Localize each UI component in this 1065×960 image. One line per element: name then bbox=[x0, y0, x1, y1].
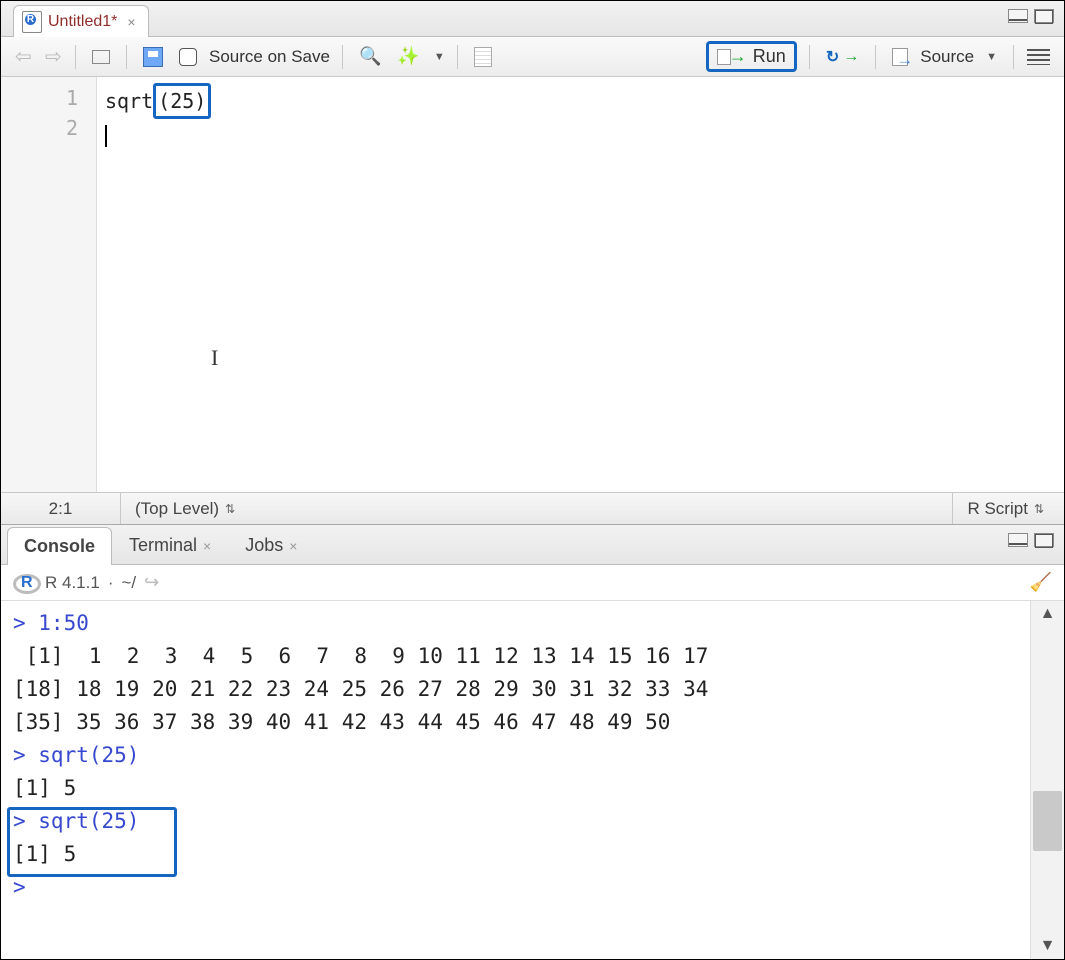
updown-icon: ⇅ bbox=[1034, 502, 1044, 516]
scroll-thumb[interactable] bbox=[1033, 791, 1062, 851]
source-dropdown-icon[interactable]: ▼ bbox=[986, 51, 997, 63]
code-tools-dropdown-icon[interactable]: ▼ bbox=[434, 51, 445, 63]
console-line: [1] 5 bbox=[13, 776, 76, 800]
source-label: Source bbox=[920, 47, 974, 67]
tab-terminal[interactable]: Terminal × bbox=[112, 526, 228, 564]
console-line: [18] 18 19 20 21 22 23 24 25 26 27 28 29… bbox=[13, 677, 708, 701]
tab-terminal-label: Terminal bbox=[129, 535, 197, 556]
popout-icon bbox=[92, 50, 110, 64]
save-icon bbox=[143, 47, 163, 67]
scope-label: (Top Level) bbox=[135, 499, 219, 519]
ibeam-cursor-icon: I bbox=[211, 343, 218, 373]
console-line: > sqrt(25) bbox=[13, 743, 139, 767]
rerun-button[interactable]: ↻→ bbox=[822, 45, 863, 69]
pane-window-controls bbox=[1008, 9, 1054, 23]
source-icon bbox=[892, 48, 908, 66]
source-toolbar: ⇦ ⇨ Source on Save ▼ → Run ↻→ bbox=[1, 37, 1064, 77]
outline-button[interactable] bbox=[1026, 47, 1054, 67]
view-directory-icon[interactable] bbox=[144, 572, 159, 593]
r-logo-icon bbox=[13, 574, 37, 592]
source-on-save-checkbox[interactable] bbox=[175, 46, 201, 68]
save-button[interactable] bbox=[139, 45, 167, 69]
source-tab-untitled[interactable]: Untitled1* × bbox=[13, 5, 149, 37]
scroll-up-icon[interactable]: ▲ bbox=[1031, 605, 1064, 623]
code-tools-icon[interactable] bbox=[393, 44, 423, 69]
minimize-pane-icon[interactable] bbox=[1008, 9, 1028, 23]
console-line: [35] 35 36 37 38 39 40 41 42 43 44 45 46… bbox=[13, 710, 670, 734]
console-prompt[interactable]: > bbox=[13, 875, 38, 899]
line-number: 2 bbox=[1, 113, 96, 143]
minimize-pane-icon[interactable] bbox=[1008, 533, 1028, 547]
checkbox-icon bbox=[179, 48, 197, 66]
clear-console-icon[interactable]: 🧹 bbox=[1030, 572, 1052, 593]
source-pane: Untitled1* × ⇦ ⇨ Source on Save ▼ bbox=[1, 1, 1064, 525]
argument-highlight: (25) bbox=[153, 83, 211, 119]
cursor-position[interactable]: 2:1 bbox=[1, 493, 121, 524]
language-label: R Script bbox=[967, 499, 1027, 519]
pane-window-controls bbox=[1008, 533, 1054, 547]
notebook-icon bbox=[474, 47, 492, 67]
separator-dot: · bbox=[108, 573, 114, 593]
console-pane: Console Terminal × Jobs × R 4.1.1 · ~/ 🧹… bbox=[1, 525, 1064, 959]
editor-area[interactable]: 1 2 sqrt(25) I bbox=[1, 77, 1064, 492]
console-scrollbar[interactable]: ▲ ▼ bbox=[1030, 601, 1064, 959]
console-line: [1] 5 bbox=[13, 842, 76, 866]
working-directory[interactable]: ~/ bbox=[121, 573, 136, 593]
code-line-1: sqrt(25) bbox=[105, 83, 1064, 119]
tab-jobs[interactable]: Jobs × bbox=[228, 526, 314, 564]
compile-report-button[interactable] bbox=[470, 45, 496, 69]
console-line: [1] 1 2 3 4 5 6 7 8 9 10 11 12 13 14 15 … bbox=[13, 644, 708, 668]
language-selector[interactable]: R Script ⇅ bbox=[952, 493, 1064, 524]
popout-button[interactable] bbox=[88, 48, 114, 66]
nav-forward-icon[interactable]: ⇨ bbox=[41, 46, 63, 68]
close-icon[interactable]: × bbox=[289, 538, 297, 554]
line-gutter: 1 2 bbox=[1, 77, 97, 492]
console-header: R 4.1.1 · ~/ 🧹 bbox=[1, 565, 1064, 601]
console-line: > 1:50 bbox=[13, 611, 89, 635]
find-replace-icon[interactable] bbox=[355, 44, 385, 69]
run-label: Run bbox=[753, 46, 786, 67]
r-version: R 4.1.1 bbox=[45, 573, 100, 593]
line-number: 1 bbox=[1, 83, 96, 113]
updown-icon: ⇅ bbox=[225, 502, 235, 516]
run-button[interactable]: → Run bbox=[706, 41, 797, 72]
scope-selector[interactable]: (Top Level) ⇅ bbox=[121, 499, 952, 519]
console-tabstrip: Console Terminal × Jobs × bbox=[1, 525, 1064, 565]
r-document-icon bbox=[22, 11, 42, 33]
maximize-pane-icon[interactable] bbox=[1034, 9, 1054, 23]
text-cursor-icon bbox=[105, 125, 107, 147]
source-tabstrip: Untitled1* × bbox=[1, 1, 1064, 37]
code-line-2 bbox=[105, 119, 1064, 149]
console-body: > 1:50 [1] 1 2 3 4 5 6 7 8 9 10 11 12 13… bbox=[1, 601, 1064, 959]
close-icon[interactable]: × bbox=[203, 538, 211, 554]
tab-console-label: Console bbox=[24, 536, 95, 557]
source-tab-title: Untitled1* bbox=[48, 13, 117, 31]
tab-jobs-label: Jobs bbox=[245, 535, 283, 556]
source-on-save-label: Source on Save bbox=[209, 47, 330, 67]
console-output[interactable]: > 1:50 [1] 1 2 3 4 5 6 7 8 9 10 11 12 13… bbox=[1, 601, 1030, 959]
run-icon: → bbox=[717, 46, 747, 67]
tab-console[interactable]: Console bbox=[7, 527, 112, 565]
nav-back-icon[interactable]: ⇦ bbox=[11, 46, 33, 68]
maximize-pane-icon[interactable] bbox=[1034, 533, 1054, 547]
console-line: > sqrt(25) bbox=[13, 809, 139, 833]
outline-icon bbox=[1030, 49, 1050, 65]
close-tab-icon[interactable]: × bbox=[127, 14, 135, 30]
source-statusbar: 2:1 (Top Level) ⇅ R Script ⇅ bbox=[1, 492, 1064, 524]
code-editor[interactable]: sqrt(25) I bbox=[97, 77, 1064, 492]
source-button[interactable]: Source ▼ bbox=[888, 45, 1001, 69]
scroll-down-icon[interactable]: ▼ bbox=[1031, 937, 1064, 955]
